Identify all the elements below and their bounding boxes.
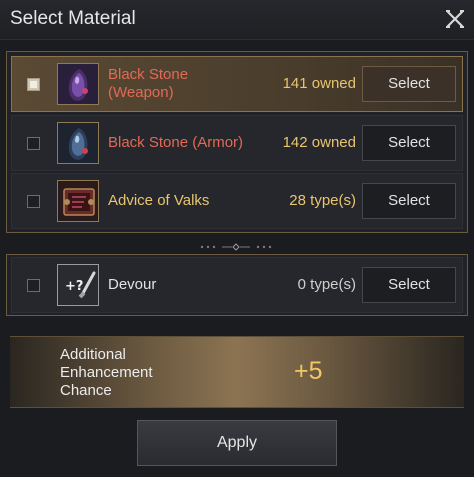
extra-material-list: +? Devour 0 type(s) Select: [6, 254, 468, 316]
material-count: 0 type(s): [297, 276, 356, 293]
devour-icon: +?: [57, 264, 99, 306]
material-name: Black Stone (Armor): [108, 134, 244, 151]
select-button[interactable]: Select: [362, 267, 456, 303]
material-checkbox[interactable]: [27, 78, 40, 91]
close-icon[interactable]: [444, 8, 466, 30]
material-row-black-stone-armor[interactable]: Black Stone (Armor) 142 owned Select: [11, 115, 463, 171]
material-row-advice-of-valks[interactable]: Advice of Valks 28 type(s) Select: [11, 173, 463, 229]
black-stone-armor-icon: [57, 122, 99, 164]
material-checkbox[interactable]: [27, 137, 40, 150]
window-title: Select Material: [10, 8, 136, 29]
title-bar: Select Material: [0, 0, 474, 40]
material-name: Advice of Valks: [108, 192, 210, 209]
material-list: Black Stone (Weapon) 141 owned Select Bl…: [6, 51, 468, 233]
apply-button[interactable]: Apply: [137, 420, 337, 466]
material-count: 141 owned: [282, 75, 356, 92]
enhancement-chance-label: Additional Enhancement Chance: [60, 346, 153, 399]
select-button[interactable]: Select: [362, 125, 456, 161]
material-row-black-stone-weapon[interactable]: Black Stone (Weapon) 141 owned Select: [11, 56, 463, 112]
material-name: Devour: [108, 276, 157, 293]
advice-of-valks-icon: [57, 180, 99, 222]
material-row-devour[interactable]: +? Devour 0 type(s) Select: [11, 257, 463, 313]
svg-text:+?: +?: [65, 279, 83, 294]
select-button[interactable]: Select: [362, 183, 456, 219]
enhancement-chance-value: +5: [294, 357, 323, 385]
material-checkbox[interactable]: [27, 279, 40, 292]
material-count: 28 type(s): [289, 192, 356, 209]
black-stone-weapon-icon: [57, 63, 99, 105]
material-checkbox[interactable]: [27, 195, 40, 208]
select-button[interactable]: Select: [362, 66, 456, 102]
material-count: 142 owned: [282, 134, 356, 151]
section-divider: [196, 238, 276, 251]
enhancement-chance-panel: Additional Enhancement Chance +5: [10, 336, 464, 408]
material-name: Black Stone (Weapon): [108, 66, 189, 101]
